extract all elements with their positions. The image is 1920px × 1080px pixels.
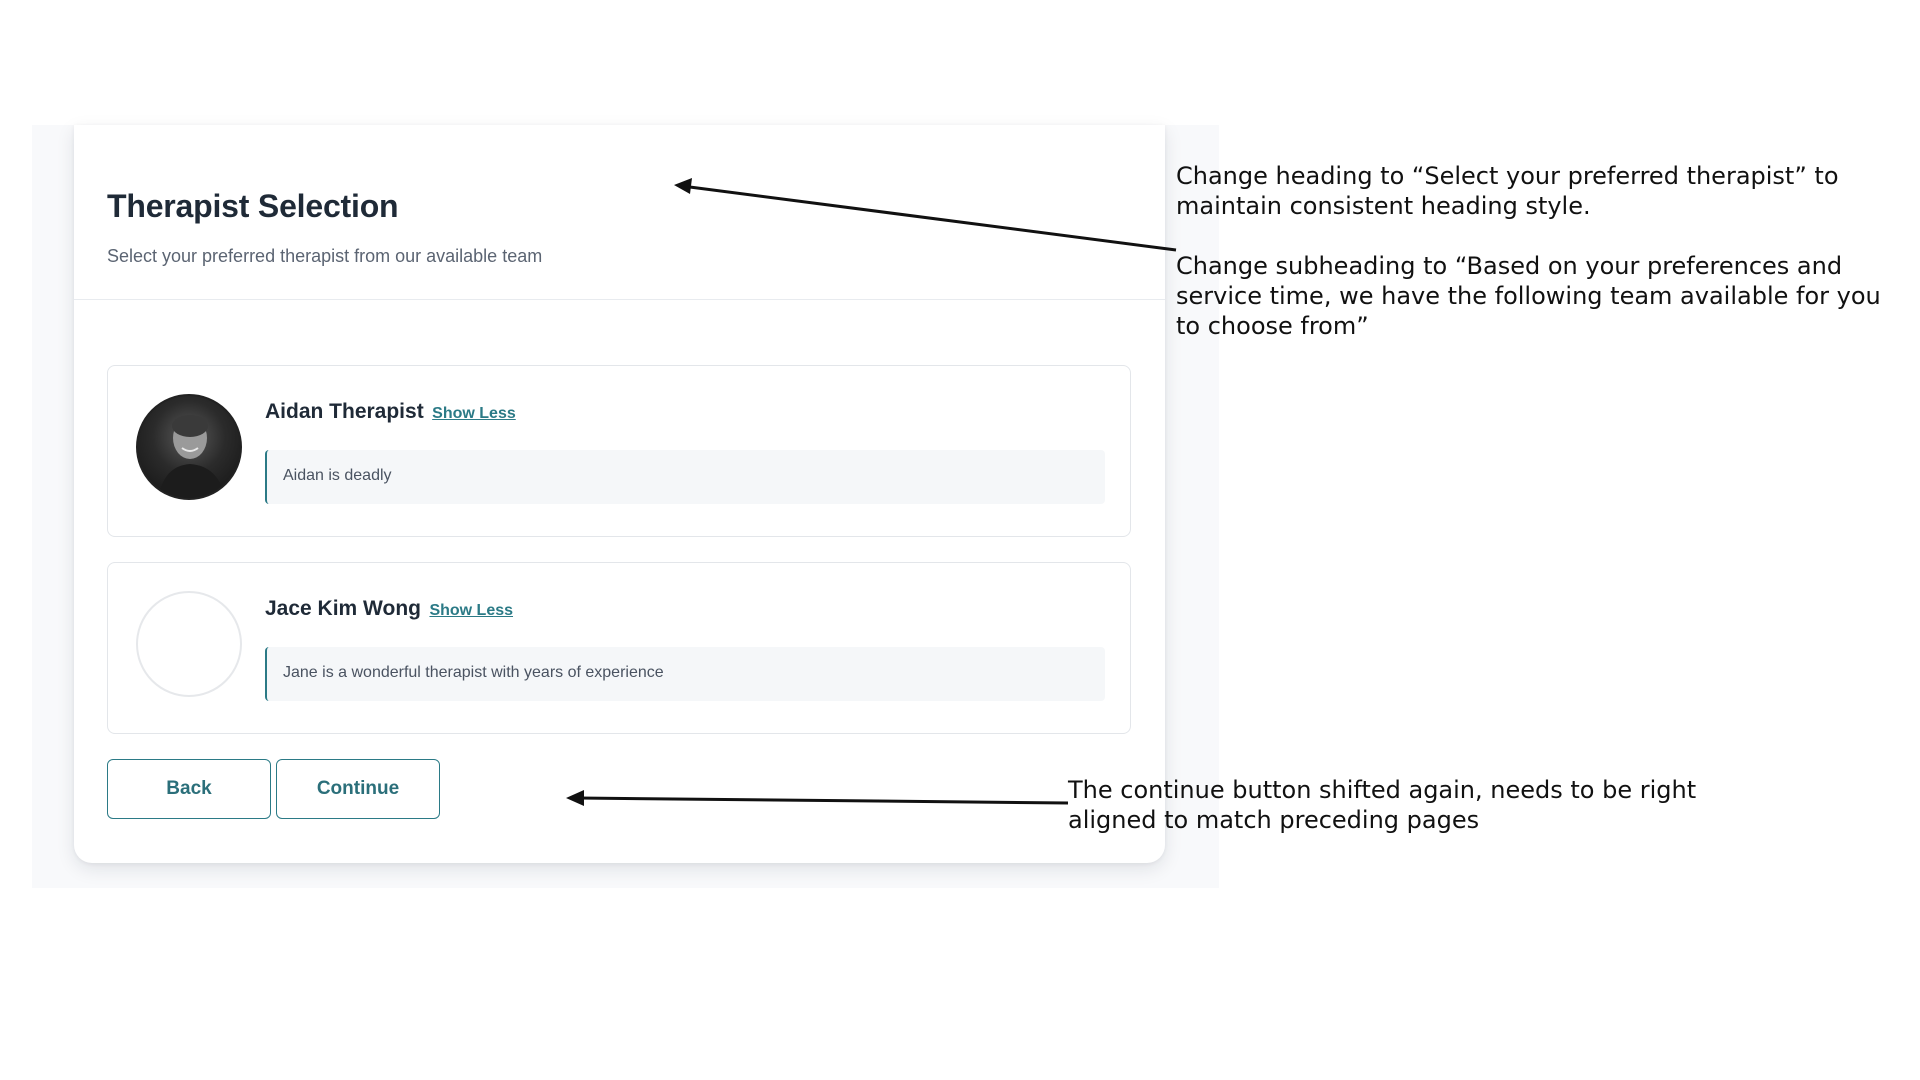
annotated-screenshot: Therapist Selection Select your preferre… — [0, 0, 1920, 1080]
heading-annotation: Change heading to “Select your preferred… — [1176, 161, 1839, 221]
page-title: Therapist Selection — [107, 188, 399, 224]
annotation-line: The continue button shifted again, needs… — [1068, 776, 1697, 804]
therapist-name-row: Jace Kim Wong Show Less — [265, 597, 513, 621]
therapist-selection-card: Therapist Selection Select your preferre… — [74, 125, 1165, 863]
card-header: Therapist Selection Select your preferre… — [74, 125, 1165, 300]
show-less-link[interactable]: Show Less — [429, 602, 513, 619]
annotation-line: Change heading to “Select your preferred… — [1176, 162, 1839, 190]
person-photo-icon — [158, 415, 226, 498]
annotation-line: service time, we have the following team… — [1176, 282, 1881, 310]
page-subtitle: Select your preferred therapist from our… — [107, 246, 543, 266]
therapist-name: Aidan Therapist — [265, 400, 424, 423]
show-less-link[interactable]: Show Less — [432, 405, 516, 422]
back-button[interactable]: Back — [107, 759, 271, 819]
subheading-annotation: Change subheading to “Based on your pref… — [1176, 251, 1881, 341]
continue-button[interactable]: Continue — [276, 759, 440, 819]
therapist-card-jace[interactable]: Jace Kim Wong Show Less Jane is a wonder… — [107, 562, 1131, 734]
therapist-name-row: Aidan Therapist Show Less — [265, 400, 516, 424]
annotation-line: maintain consistent heading style. — [1176, 192, 1591, 220]
annotation-line: Change subheading to “Based on your pref… — [1176, 252, 1843, 280]
therapist-bio: Aidan is deadly — [265, 450, 1105, 504]
avatar — [136, 394, 242, 500]
annotation-line: aligned to match preceding pages — [1068, 806, 1480, 834]
therapist-card-aidan[interactable]: Aidan Therapist Show Less Aidan is deadl… — [107, 365, 1131, 537]
annotation-line: to choose from” — [1176, 312, 1369, 340]
therapist-bio: Jane is a wonderful therapist with years… — [265, 647, 1105, 701]
avatar — [136, 591, 242, 697]
therapist-name: Jace Kim Wong — [265, 597, 421, 620]
button-annotation: The continue button shifted again, needs… — [1068, 775, 1696, 835]
